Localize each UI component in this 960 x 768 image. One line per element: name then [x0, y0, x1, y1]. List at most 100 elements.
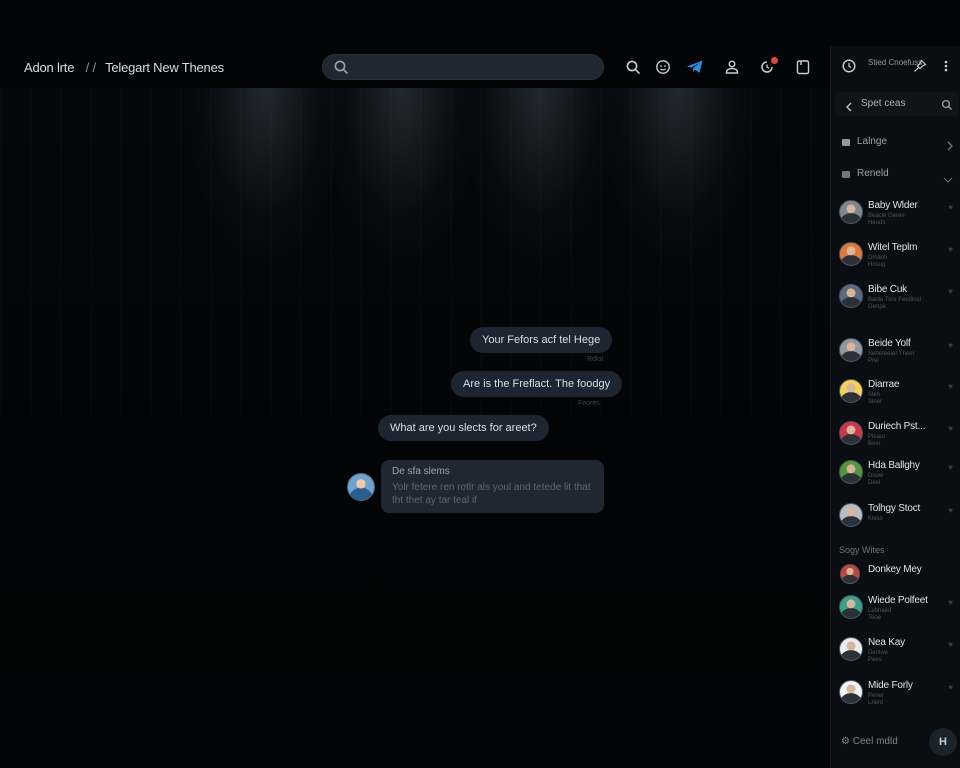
sidebar-item-language[interactable]: Lalnge [831, 133, 960, 153]
search-icon[interactable] [941, 98, 953, 116]
sidebar-search[interactable]: Spet ceas [835, 92, 959, 116]
contact-item[interactable]: Baby Wlder Beacle Geree Heuds ♥ [831, 198, 960, 238]
back-icon[interactable] [845, 99, 853, 117]
contact-name: Bibe Cuk [868, 284, 907, 295]
contact-item[interactable]: Nea Kay Denlwe Pees ♥ [831, 635, 960, 675]
notifications-icon[interactable] [756, 56, 778, 78]
heart-icon[interactable]: ♥ [948, 463, 953, 472]
contact-name: Hda Ballghy [868, 460, 920, 471]
contact-avatar [839, 200, 863, 224]
sidebar-item-label: Lalnge [857, 136, 888, 147]
message-timestamp: Rdlot [587, 356, 604, 363]
card-body: Yolr fetere ren rotlr als youl and teted… [392, 482, 591, 506]
contact-detail: Heuds [868, 220, 886, 226]
contact-item[interactable]: Witel Teplm Dmanh Hosug ♥ [831, 240, 960, 280]
message-bubble[interactable]: Your Fefors acf tel Hege [470, 327, 613, 353]
contact-detail: Pees [868, 657, 882, 663]
contact-avatar [839, 460, 863, 484]
contact-name: Witel Teplm [868, 242, 918, 253]
heart-icon[interactable]: ♥ [948, 640, 953, 649]
contact-item[interactable]: Beide Yolf Seheteeter Theer Prel ♥ [831, 336, 960, 376]
contact-item[interactable]: Bibe Cuk Banle Tore Ferdlinsl Genpe ♥ [831, 282, 960, 322]
heart-icon[interactable]: ♥ [948, 683, 953, 692]
footer-label: Ceel mdld [852, 736, 898, 747]
contact-detail: Hosug [868, 262, 886, 268]
contact-status: Lebhaed [868, 608, 892, 614]
emoji-icon[interactable] [652, 56, 674, 78]
contact-status: Banle Tore Ferdlinsl [868, 297, 921, 303]
breadcrumb: Adon lrte / / Telegart New Thenes [24, 60, 224, 75]
contact-avatar [839, 421, 863, 445]
contact-avatar [839, 338, 863, 362]
sender-avatar[interactable] [347, 473, 375, 501]
heart-icon[interactable]: ♥ [948, 382, 953, 391]
bookmark-icon[interactable] [792, 56, 814, 78]
contact-name: Wiede Polfeet [868, 595, 928, 606]
message-bubble[interactable]: What are you slects for areet? [378, 415, 549, 441]
top-bar: Adon lrte / / Telegart New Thenes [0, 0, 830, 88]
search-input[interactable] [322, 54, 604, 80]
contact-detail: Deel [868, 480, 881, 486]
contact-item[interactable]: Duriech Pst... Pleaur Beer ♥ [831, 419, 960, 459]
chevron-right-icon [947, 138, 953, 156]
more-options-icon[interactable] [943, 59, 949, 78]
sidebar-search-label: Spet ceas [861, 98, 906, 109]
contact-status: Pleaur [868, 434, 886, 440]
heart-icon[interactable]: ♥ [948, 506, 953, 515]
contact-detail: Prel [868, 358, 879, 364]
heart-icon[interactable]: ♥ [948, 424, 953, 433]
contact-item[interactable]: Mide Forly Pener Lnent ♥ [831, 678, 960, 718]
contact-detail: Siner [868, 399, 883, 405]
message-timestamp: Feores [578, 400, 600, 407]
new-chat-button[interactable]: H [929, 728, 957, 756]
sidebar-header: Stied Cnoefuss [831, 46, 960, 88]
contact-item[interactable]: Diarrae Slen Siner ♥ [831, 377, 960, 417]
message-bubble[interactable]: Are is the Freflact. The foodgy [451, 371, 623, 397]
section-label: Sogy Wites [839, 545, 885, 555]
contact-name: Tolhgy Stoct [868, 503, 921, 514]
contact-avatar [839, 284, 863, 308]
received-message-card[interactable]: De sfa slems Yolr fetere ren rotlr als y… [381, 460, 604, 513]
heart-icon[interactable]: ♥ [948, 203, 953, 212]
heart-icon[interactable]: ♥ [948, 341, 953, 350]
contact-avatar [839, 637, 863, 661]
contact-avatar [840, 564, 860, 584]
contact-item[interactable]: Hda Ballghy Dnow Deel ♥ [831, 458, 960, 498]
sidebar-item-label: Reneld [857, 168, 889, 179]
breadcrumb-separator: / / [85, 60, 96, 75]
contact-status: Denlwe [868, 650, 889, 656]
contact-avatar [839, 503, 863, 527]
contact-avatar [839, 680, 863, 704]
contact-name: Baby Wlder [868, 200, 918, 211]
contact-status: Kless [868, 516, 883, 522]
contact-name: Duriech Pst... [868, 421, 926, 432]
contact-item[interactable]: Tolhgy Stoct Kless ♥ [831, 501, 960, 541]
contact-name: Nea Kay [868, 637, 905, 648]
contact-status: Pener [868, 693, 885, 699]
pin-icon[interactable] [913, 59, 927, 78]
heart-icon[interactable]: ♥ [948, 598, 953, 607]
sidebar-item-recent[interactable]: Reneld [831, 165, 960, 185]
profile-icon[interactable] [721, 56, 743, 78]
contact-item[interactable]: Wiede Polfeet Lebhaed Teoe ♥ [831, 593, 960, 633]
history-icon[interactable] [841, 58, 857, 79]
contact-name: Beide Yolf [868, 338, 911, 349]
contact-avatar [839, 242, 863, 266]
sidebar-footer-link[interactable]: ⚙ Ceel mdld [841, 736, 898, 747]
contact-name: Donkey Mey [868, 564, 922, 575]
contact-detail: Beer [868, 441, 881, 447]
breadcrumb-root[interactable]: Adon lrte [24, 60, 74, 75]
search-icon[interactable] [622, 56, 644, 78]
contact-avatar [839, 379, 863, 403]
contacts-sidebar: Stied Cnoefuss Spet ceas Lalnge Reneld B [830, 46, 960, 768]
contact-status: Dnow [868, 473, 884, 479]
breadcrumb-page[interactable]: Telegart New Thenes [105, 60, 224, 75]
heart-icon[interactable]: ♥ [948, 287, 953, 296]
notification-badge [771, 57, 778, 64]
contact-name: Mide Forly [868, 680, 913, 691]
contact-detail: Genpe [868, 304, 887, 310]
heart-icon[interactable]: ♥ [948, 245, 953, 254]
settings-icon: ⚙ [841, 736, 850, 747]
telegram-icon[interactable] [684, 56, 706, 78]
contact-detail: Teoe [868, 615, 882, 621]
